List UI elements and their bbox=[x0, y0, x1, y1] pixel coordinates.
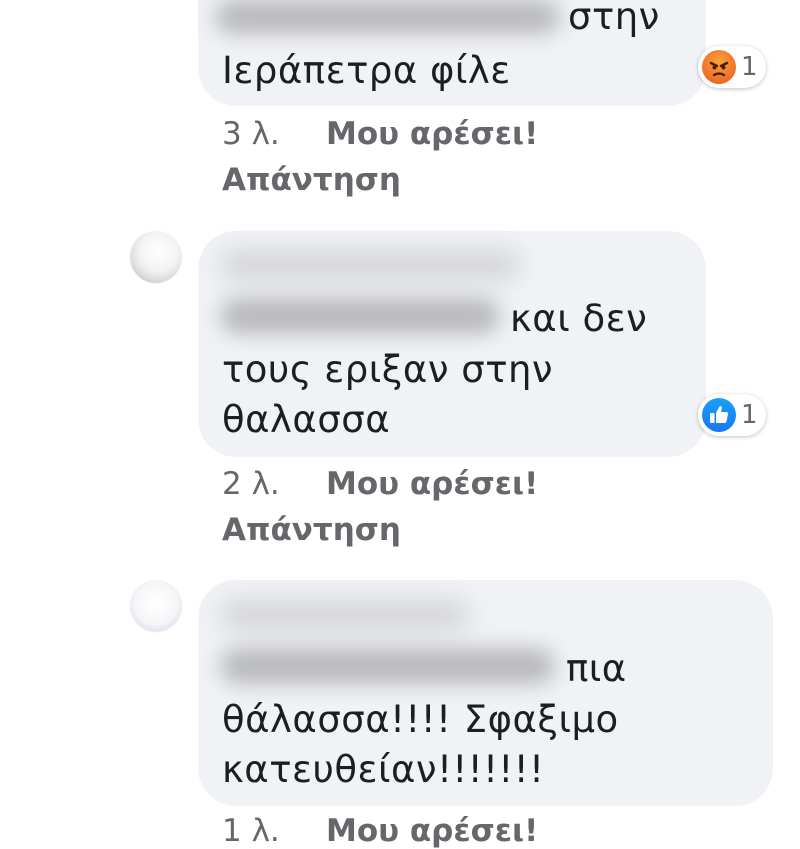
comment-text-line: θάλασσα!!!! Σφαξιμο bbox=[222, 698, 619, 741]
like-button[interactable]: Μου αρέσει! bbox=[326, 813, 538, 849]
redacted-name bbox=[220, 648, 555, 684]
comment-3: πια θάλασσα!!!! Σφαξιμο κατευθείαν!!!!!!… bbox=[0, 0, 800, 849]
redacted-author-name bbox=[220, 600, 470, 630]
comment-text-line: πια bbox=[566, 647, 627, 690]
avatar[interactable] bbox=[130, 580, 182, 632]
comment-text-line: κατευθείαν!!!!!!! bbox=[222, 748, 545, 791]
comment-time[interactable]: 1 λ. bbox=[222, 813, 280, 849]
